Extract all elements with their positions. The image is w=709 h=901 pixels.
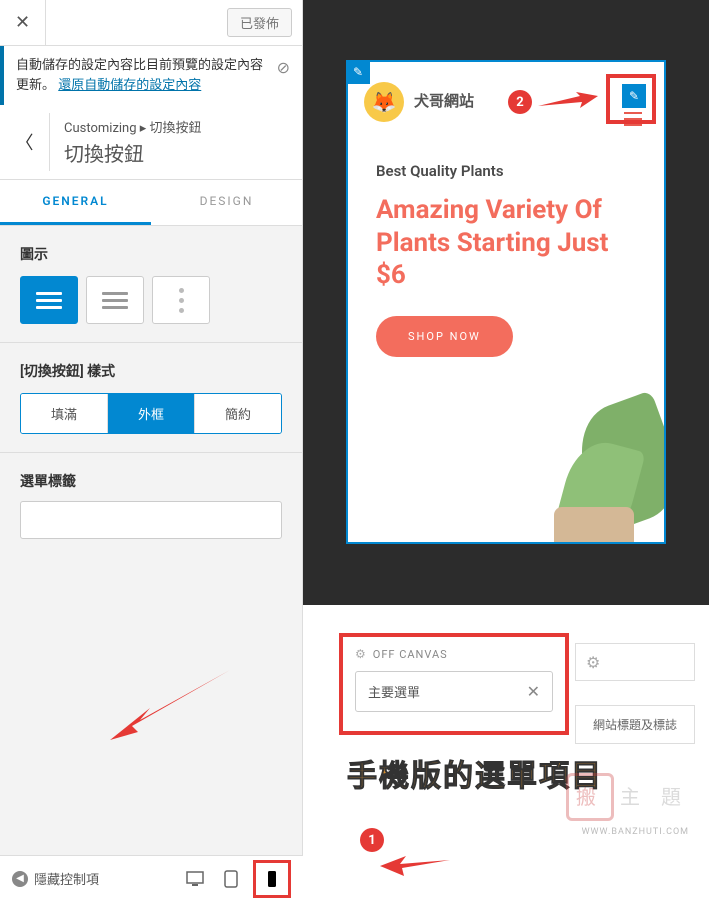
phone-content: Best Quality Plants Amazing Variety Of P…: [348, 142, 664, 377]
breadcrumb-path: Customizing ▸ 切換按鈕: [64, 117, 202, 136]
menu-item-label: 主要選單: [368, 682, 420, 701]
title-logo-box[interactable]: 網站標題及標誌: [575, 705, 695, 744]
arrow-icon: [380, 852, 450, 876]
top-bar: ✕ 已發佈: [0, 0, 302, 46]
gear-icon: ⚙: [586, 653, 600, 672]
breadcrumb-row: 〈 Customizing ▸ 切換按鈕 切換按鈕: [0, 105, 302, 180]
off-canvas-section: ⚙ OFF CANVAS 主要選單 ✕: [339, 633, 569, 735]
back-button[interactable]: 〈: [0, 113, 50, 171]
autosave-notice: 自動儲存的設定內容比目前預覽的設定內容更新。 還原自動儲存的設定內容 ⊘: [0, 46, 302, 105]
restore-link[interactable]: 還原自動儲存的設定內容: [58, 78, 201, 93]
icon-option-dots[interactable]: [152, 276, 210, 324]
notice-close-icon[interactable]: ⊘: [277, 56, 290, 80]
style-section: [切換按鈕] 樣式 填滿 外框 簡約: [0, 342, 302, 452]
toggle-hamburger-icon[interactable]: [624, 112, 642, 126]
hero-subtitle: Best Quality Plants: [376, 162, 636, 180]
style-label: [切換按鈕] 樣式: [20, 361, 282, 381]
menu-item[interactable]: 主要選單 ✕: [355, 671, 553, 712]
plant-image: [524, 382, 664, 542]
style-minimal[interactable]: 簡約: [195, 394, 281, 433]
icon-section: 圖示: [0, 226, 302, 342]
tabs: GENERAL DESIGN: [0, 180, 302, 226]
arrow-icon: [538, 92, 598, 112]
tab-general[interactable]: GENERAL: [0, 180, 151, 225]
edit-toggle-icon[interactable]: ✎: [622, 84, 646, 108]
callout-number-2: 2: [508, 90, 532, 114]
customizer-sidebar: ✕ 已發佈 自動儲存的設定內容比目前預覽的設定內容更新。 還原自動儲存的設定內容…: [0, 0, 303, 901]
icon-label: 圖示: [20, 244, 282, 264]
device-mobile-icon[interactable]: [258, 865, 286, 893]
arrow-icon: [110, 670, 230, 740]
style-outline[interactable]: 外框: [108, 394, 195, 433]
callout-number-1: 1: [360, 828, 384, 852]
close-button[interactable]: ✕: [0, 0, 46, 46]
site-logo: 🦊: [364, 82, 404, 122]
menu-label-section: 選單標籤: [0, 452, 302, 557]
watermark: 搬主 題: [566, 773, 689, 821]
annotation-text: 手機版的選單項目: [347, 751, 603, 795]
publish-button[interactable]: 已發佈: [227, 8, 292, 37]
phone-preview: ✎ 🦊 犬哥網站 2 ✎ Best Quality Plants Amazing…: [346, 60, 666, 544]
gear-icon[interactable]: ⚙: [355, 647, 367, 661]
remove-icon[interactable]: ✕: [527, 682, 540, 701]
menu-label-title: 選單標籤: [20, 471, 282, 491]
hamburger-icon: [102, 292, 128, 309]
device-desktop-icon[interactable]: [181, 865, 209, 893]
preview-area: ✎ 🦊 犬哥網站 2 ✎ Best Quality Plants Amazing…: [303, 0, 709, 605]
off-canvas-label: OFF CANVAS: [373, 648, 448, 661]
collapse-icon: ◀: [12, 871, 28, 887]
site-title: 犬哥網站: [414, 92, 474, 112]
settings-box[interactable]: ⚙: [575, 643, 695, 681]
bottom-bar: ◀ 隱藏控制項: [0, 855, 303, 901]
icon-option-hamburger-thin[interactable]: [86, 276, 144, 324]
collapse-label: 隱藏控制項: [34, 869, 99, 888]
phone-header: 🦊 犬哥網站 2 ✎: [348, 62, 664, 142]
hero-title: Amazing Variety Of Plants Starting Just …: [376, 194, 636, 292]
bottom-panel: ⚙ OFF CANVAS 主要選單 ✕ ⚙ 網站標題及標誌 手機版的選單項目 搬…: [303, 605, 709, 901]
device-tablet-icon[interactable]: [217, 865, 245, 893]
shop-now-button[interactable]: SHOP NOW: [376, 316, 513, 357]
menu-label-input[interactable]: [20, 501, 282, 539]
breadcrumb-title: 切換按鈕: [64, 138, 202, 167]
style-fill[interactable]: 填滿: [21, 394, 108, 433]
collapse-button[interactable]: ◀ 隱藏控制項: [12, 869, 99, 888]
icon-option-hamburger-bold[interactable]: [20, 276, 78, 324]
tab-design[interactable]: DESIGN: [151, 180, 302, 225]
watermark-url: WWW.BANZHUTI.COM: [582, 827, 689, 837]
dots-icon: [179, 288, 184, 313]
hamburger-icon: [36, 292, 62, 309]
